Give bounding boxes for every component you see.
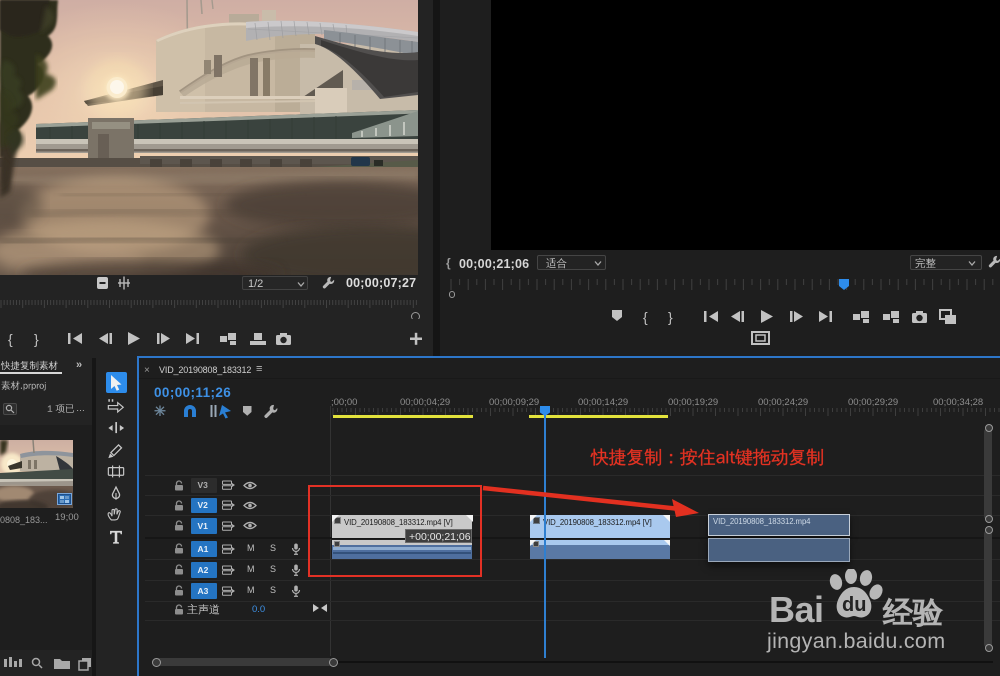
svg-text:{: { — [8, 331, 13, 347]
svg-text:du: du — [842, 594, 866, 616]
svg-text:{: { — [643, 309, 648, 325]
svg-text:}: } — [668, 309, 673, 325]
svg-text:}: } — [34, 331, 39, 347]
